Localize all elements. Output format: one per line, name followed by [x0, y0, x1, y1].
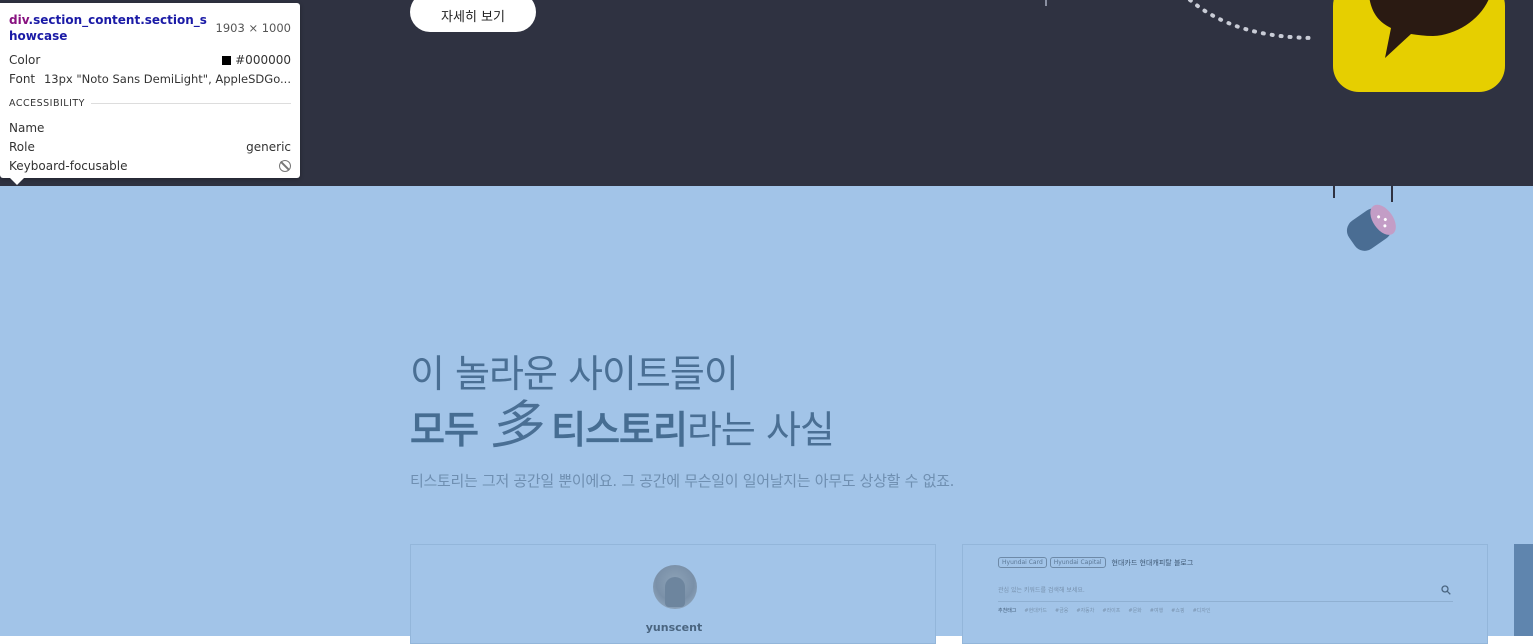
blog-title: 현대카드 현대캐피탈 블로그 [1111, 558, 1194, 567]
inspector-color-row: Color #000000 [9, 51, 291, 69]
topic-tag: #디자인 [1192, 608, 1211, 614]
inspector-name-row: Name [9, 119, 291, 137]
topic-tag: #여행 [1149, 608, 1164, 614]
avatar [653, 565, 697, 609]
blog-topic-tags: 추천태그 #현대카드 #금융 #자동차 #라이프 #문화 #여행 #쇼핑 #디자… [998, 607, 1211, 614]
showcase-card-yunscent[interactable]: yunscent [410, 544, 936, 644]
kakao-app-icon [1333, 0, 1505, 92]
font-label: Font [9, 72, 36, 86]
more-button[interactable]: 자세히 보기 [410, 0, 536, 32]
heading-multi-char: 多 [489, 396, 541, 456]
name-label: Name [9, 121, 45, 135]
devtools-inspect-tooltip: div.section_content.section_showcase 190… [0, 3, 300, 185]
heading-bold-tistory: 티스토리 [551, 408, 688, 452]
topic-tag: 추천태그 [998, 608, 1017, 614]
card-user-name: yunscent [645, 621, 703, 634]
speech-bubble-icon [1369, 0, 1489, 58]
topic-tag: #문화 [1128, 608, 1142, 614]
accessibility-title: ACCESSIBILITY [9, 98, 85, 109]
partial-card-edge [1514, 544, 1533, 636]
hanging-lamp-decoration [1333, 184, 1396, 251]
focus-label: Keyboard-focusable [9, 159, 128, 173]
topic-tag: #쇼핑 [1171, 608, 1185, 614]
role-value: generic [246, 140, 291, 154]
showcase-subtitle: 티스토리는 그저 공간일 뿐이에요. 그 공간에 무슨일이 일어날지는 아무도 … [410, 472, 955, 490]
divider [90, 103, 291, 104]
inspector-focus-row: Keyboard-focusable [9, 157, 291, 175]
heading-bold-1: 모두 [410, 408, 479, 452]
topic-tag: #자동차 [1076, 608, 1095, 614]
inspector-size: 1903 × 1000 [215, 21, 291, 35]
color-label: Color [9, 53, 41, 67]
inspector-role-row: Role generic [9, 138, 291, 156]
heading-line-1: 이 놀라운 사이트들이 [410, 352, 739, 396]
color-hex: #000000 [235, 53, 291, 67]
brand-tag: Hyundai Card [998, 557, 1047, 568]
brand-tag: Hyundai Capital [1049, 557, 1106, 568]
blog-search-bar: 관심 있는 키워드를 검색해 보세요. [998, 581, 1453, 602]
topic-tag: #금융 [1055, 608, 1069, 614]
role-label: Role [9, 140, 35, 154]
inspector-font-row: Font 13px "Noto Sans DemiLight", AppleSD… [9, 70, 291, 88]
inspector-tag: div [9, 13, 29, 27]
inspector-element-name: div.section_content.section_showcase [9, 12, 214, 44]
topic-tag: #라이프 [1102, 608, 1121, 614]
showcase-card-hyundai[interactable]: Hyundai Card Hyundai Capital 현대카드 현대캐피탈 … [962, 544, 1488, 644]
showcase-heading: 이 놀라운 사이트들이 모두 多 티스토리라는 사실 [410, 348, 835, 456]
color-swatch [222, 55, 232, 65]
blog-header: Hyundai Card Hyundai Capital 현대카드 현대캐피탈 … [998, 557, 1193, 568]
not-focusable-icon [279, 160, 291, 172]
accessibility-section-header: ACCESSIBILITY [9, 98, 291, 109]
topic-tag: #현대카드 [1024, 608, 1047, 614]
inspector-classes: .section_content.section_showcase [9, 13, 207, 43]
heading-rest: 라는 사실 [686, 408, 835, 452]
color-value: #000000 [222, 53, 291, 67]
search-icon [1441, 585, 1451, 595]
dotted-path-decoration [1045, 0, 1318, 40]
blog-search-placeholder: 관심 있는 키워드를 검색해 보세요. [998, 587, 1085, 594]
font-value: 13px "Noto Sans DemiLight", AppleSDGo... [43, 72, 291, 86]
